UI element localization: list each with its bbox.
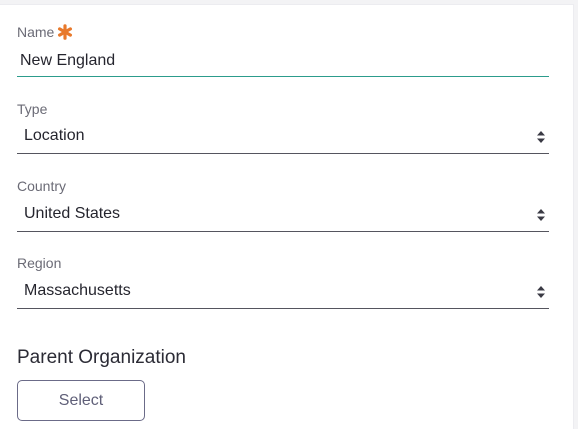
type-label: Type bbox=[17, 101, 48, 117]
sort-icon bbox=[537, 286, 545, 298]
parent-organization-heading: Parent Organization bbox=[17, 347, 186, 368]
sort-icon bbox=[537, 209, 545, 221]
country-field: Country United States bbox=[17, 177, 549, 232]
region-select[interactable]: Massachusetts bbox=[17, 276, 549, 309]
name-input[interactable] bbox=[17, 45, 549, 77]
asterisk-icon bbox=[58, 24, 73, 40]
name-label: Name bbox=[17, 23, 549, 41]
country-label: Country bbox=[17, 178, 67, 194]
region-field: Region Massachusetts bbox=[17, 254, 549, 309]
select-parent-organization-button[interactable]: Select bbox=[17, 380, 145, 421]
name-field: Name bbox=[17, 23, 549, 77]
type-field: Type Location bbox=[17, 100, 549, 154]
country-select-value: United States bbox=[24, 205, 121, 222]
type-select-value: Location bbox=[24, 127, 85, 144]
region-select-value: Massachusetts bbox=[24, 282, 131, 299]
region-label: Region bbox=[17, 255, 62, 271]
sort-icon bbox=[537, 131, 545, 143]
country-select[interactable]: United States bbox=[17, 199, 549, 232]
organization-form: Name Type Location Country United States bbox=[0, 4, 574, 429]
type-select[interactable]: Location bbox=[17, 121, 549, 154]
